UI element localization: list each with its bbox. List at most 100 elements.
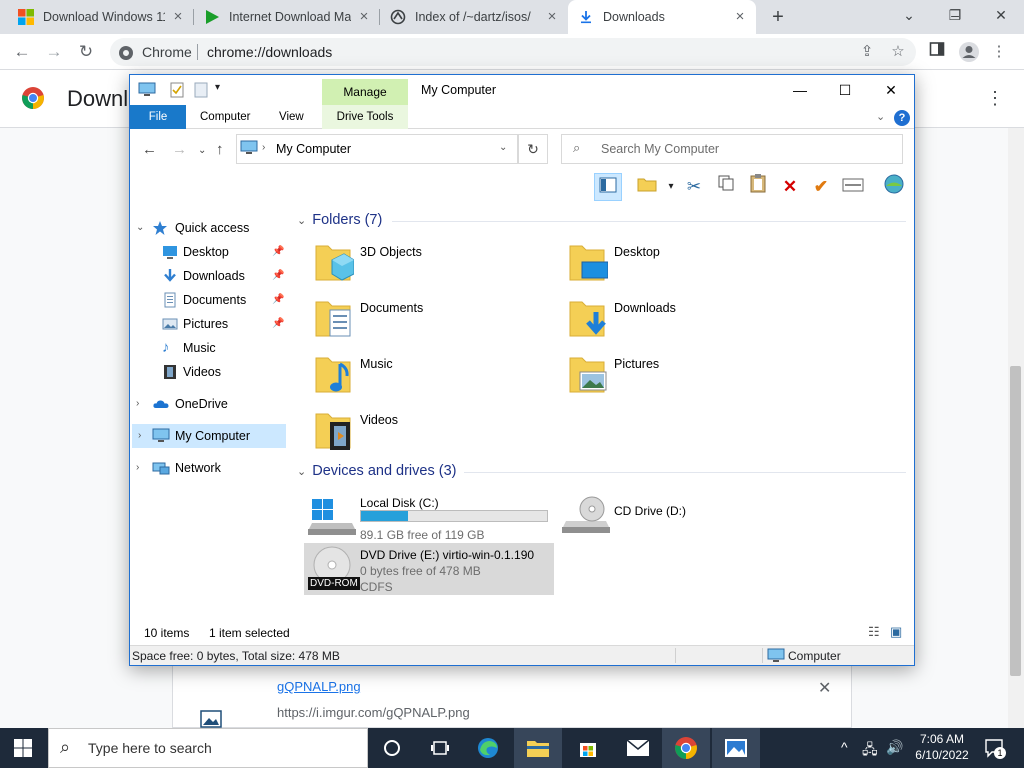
folder-desktop[interactable]: Desktop bbox=[568, 240, 808, 292]
expanded-chevron-icon[interactable]: ⌄ bbox=[297, 466, 306, 478]
nav-onedrive[interactable]: › OneDrive bbox=[130, 392, 288, 416]
close-icon[interactable]: × bbox=[732, 9, 748, 25]
windows-start-icon[interactable] bbox=[14, 739, 32, 757]
show-hidden-icons-chevron[interactable]: ^ bbox=[841, 739, 848, 755]
breadcrumb-chevron-icon[interactable]: › bbox=[262, 142, 265, 153]
nav-downloads[interactable]: Downloads 📌 bbox=[130, 264, 288, 288]
nav-my-computer[interactable]: › My Computer bbox=[132, 424, 286, 448]
chrome-menu-icon[interactable]: ⋮ bbox=[988, 41, 1010, 63]
network-tray-icon[interactable]: 🖧 bbox=[862, 739, 878, 763]
network-globe-icon[interactable] bbox=[880, 173, 908, 201]
paste-icon[interactable] bbox=[744, 173, 772, 201]
download-source-url[interactable]: https://i.imgur.com/gQPNALP.png bbox=[277, 705, 470, 720]
restore-icon[interactable]: ❐ bbox=[932, 0, 978, 30]
new-tab-button[interactable]: + bbox=[766, 5, 790, 29]
taskbar-clock[interactable]: 7:06 AM 6/10/2022 bbox=[912, 731, 972, 763]
drive-local-disk-c[interactable]: Local Disk (C:) 89.1 GB free of 119 GB bbox=[304, 491, 554, 543]
drive-cd-d[interactable]: CD Drive (D:) bbox=[558, 491, 808, 543]
cut-icon[interactable]: ✂ bbox=[680, 173, 708, 201]
folder-documents[interactable]: Documents bbox=[314, 296, 554, 348]
explorer-minimize-button[interactable]: — bbox=[780, 79, 820, 101]
ribbon-tab-file[interactable]: File bbox=[130, 105, 186, 129]
close-window-button[interactable]: ✕ bbox=[978, 0, 1024, 30]
close-icon[interactable]: × bbox=[544, 9, 560, 25]
nav-pictures[interactable]: Pictures 📌 bbox=[130, 312, 288, 336]
edge-icon[interactable] bbox=[464, 728, 512, 768]
page-scrollbar-thumb[interactable] bbox=[1010, 366, 1021, 676]
explorer-maximize-button[interactable]: ☐ bbox=[825, 79, 865, 101]
nav-music[interactable]: ♪ Music bbox=[130, 336, 288, 360]
details-view-icon[interactable]: ☷ bbox=[868, 624, 880, 640]
nav-desktop[interactable]: Desktop 📌 bbox=[130, 240, 288, 264]
delete-icon[interactable]: ✕ bbox=[776, 173, 804, 201]
collapsed-chevron-icon[interactable]: › bbox=[136, 392, 139, 416]
tab-download-windows-11[interactable]: Download Windows 11 × bbox=[8, 0, 194, 34]
close-icon[interactable]: × bbox=[356, 9, 372, 25]
preview-pane-icon[interactable] bbox=[594, 173, 622, 201]
tab-index-of-isos[interactable]: Index of /~dartz/isos/ × bbox=[380, 0, 568, 34]
tab-downloads[interactable]: Downloads × bbox=[568, 0, 756, 34]
collapsed-chevron-icon[interactable]: › bbox=[136, 456, 139, 480]
properties-toolbar-icon[interactable] bbox=[839, 173, 867, 201]
tab-internet-download-manager[interactable]: Internet Download Ma × bbox=[194, 0, 380, 34]
up-folder-button[interactable]: ↑ bbox=[216, 141, 224, 158]
forward-button[interactable]: → bbox=[42, 40, 66, 64]
tab-search-chevron-icon[interactable]: ⌄ bbox=[886, 0, 932, 30]
rename-check-icon[interactable]: ✔ bbox=[807, 173, 835, 201]
task-view-icon[interactable] bbox=[416, 728, 464, 768]
back-button[interactable]: ← bbox=[10, 40, 34, 64]
folder-3d-objects[interactable]: 3D Objects bbox=[314, 240, 554, 292]
nav-quick-access[interactable]: ⌄ Quick access bbox=[130, 216, 288, 240]
ribbon-tab-drive-tools[interactable]: Drive Tools bbox=[322, 105, 408, 129]
bookmark-star-icon[interactable]: ☆ bbox=[887, 41, 909, 63]
download-file-link[interactable]: gQPNALP.png bbox=[277, 679, 361, 694]
pin-icon[interactable]: 📌 bbox=[272, 240, 284, 264]
share-icon[interactable]: ⇪ bbox=[856, 41, 878, 63]
side-panel-icon[interactable] bbox=[926, 41, 948, 63]
address-dropdown-icon[interactable]: ⌄ bbox=[499, 142, 507, 153]
nav-videos[interactable]: Videos bbox=[130, 360, 288, 384]
explorer-close-button[interactable]: ✕ bbox=[871, 79, 911, 101]
help-icon[interactable]: ? bbox=[894, 110, 910, 126]
photos-taskbar-icon[interactable] bbox=[712, 728, 760, 768]
ribbon-tab-computer[interactable]: Computer bbox=[188, 105, 263, 129]
manage-context-tab[interactable]: Manage bbox=[322, 79, 408, 105]
remove-download-button[interactable]: ✕ bbox=[818, 678, 831, 698]
devices-group-header[interactable]: ⌄ Devices and drives (3) bbox=[297, 463, 456, 479]
store-icon[interactable] bbox=[564, 728, 612, 768]
refresh-button[interactable]: ↻ bbox=[518, 134, 548, 164]
folder-videos[interactable]: Videos bbox=[314, 408, 554, 460]
volume-tray-icon[interactable]: 🔊 bbox=[886, 739, 903, 756]
address-path[interactable]: My Computer bbox=[276, 142, 351, 156]
explorer-back-button[interactable]: ← bbox=[142, 141, 157, 158]
cortana-icon[interactable] bbox=[368, 728, 416, 768]
drive-dvd-e[interactable]: DVD-ROM DVD Drive (E:) virtio-win-0.1.19… bbox=[304, 543, 554, 595]
folder-music[interactable]: Music bbox=[314, 352, 554, 404]
nav-documents[interactable]: Documents 📌 bbox=[130, 288, 288, 312]
customize-toolbar-icon[interactable]: ▾ bbox=[215, 82, 220, 93]
expanded-chevron-icon[interactable]: ⌄ bbox=[297, 215, 306, 227]
explorer-forward-button[interactable]: → bbox=[172, 141, 187, 158]
expanded-chevron-icon[interactable]: ⌄ bbox=[136, 216, 144, 240]
folder-downloads[interactable]: Downloads bbox=[568, 296, 808, 348]
copy-icon[interactable] bbox=[712, 173, 740, 201]
folder-pictures[interactable]: Pictures bbox=[568, 352, 808, 404]
nav-network[interactable]: › Network bbox=[130, 456, 288, 480]
mail-icon[interactable] bbox=[614, 728, 662, 768]
ribbon-expand-icon[interactable]: ⌄ bbox=[876, 110, 885, 123]
ribbon-tab-view[interactable]: View bbox=[267, 105, 316, 129]
profile-avatar-icon[interactable] bbox=[958, 41, 980, 63]
folders-group-header[interactable]: ⌄ Folders (7) bbox=[297, 212, 382, 228]
properties-icon[interactable] bbox=[170, 82, 184, 98]
large-icons-view-icon[interactable]: ▣ bbox=[890, 624, 902, 640]
collapsed-chevron-icon[interactable]: › bbox=[138, 424, 141, 448]
pin-icon[interactable]: 📌 bbox=[272, 312, 284, 336]
recent-locations-icon[interactable]: ⌄ bbox=[198, 145, 206, 156]
notification-center-icon[interactable]: 1 bbox=[984, 738, 1006, 759]
new-folder-quick-icon[interactable] bbox=[194, 82, 208, 98]
file-explorer-taskbar-icon[interactable] bbox=[514, 728, 562, 768]
chrome-taskbar-icon[interactable] bbox=[662, 728, 710, 768]
pin-icon[interactable]: 📌 bbox=[272, 264, 284, 288]
omnibox-url[interactable]: chrome://downloads bbox=[207, 44, 332, 60]
downloads-menu-icon[interactable]: ⋮ bbox=[986, 88, 1004, 109]
